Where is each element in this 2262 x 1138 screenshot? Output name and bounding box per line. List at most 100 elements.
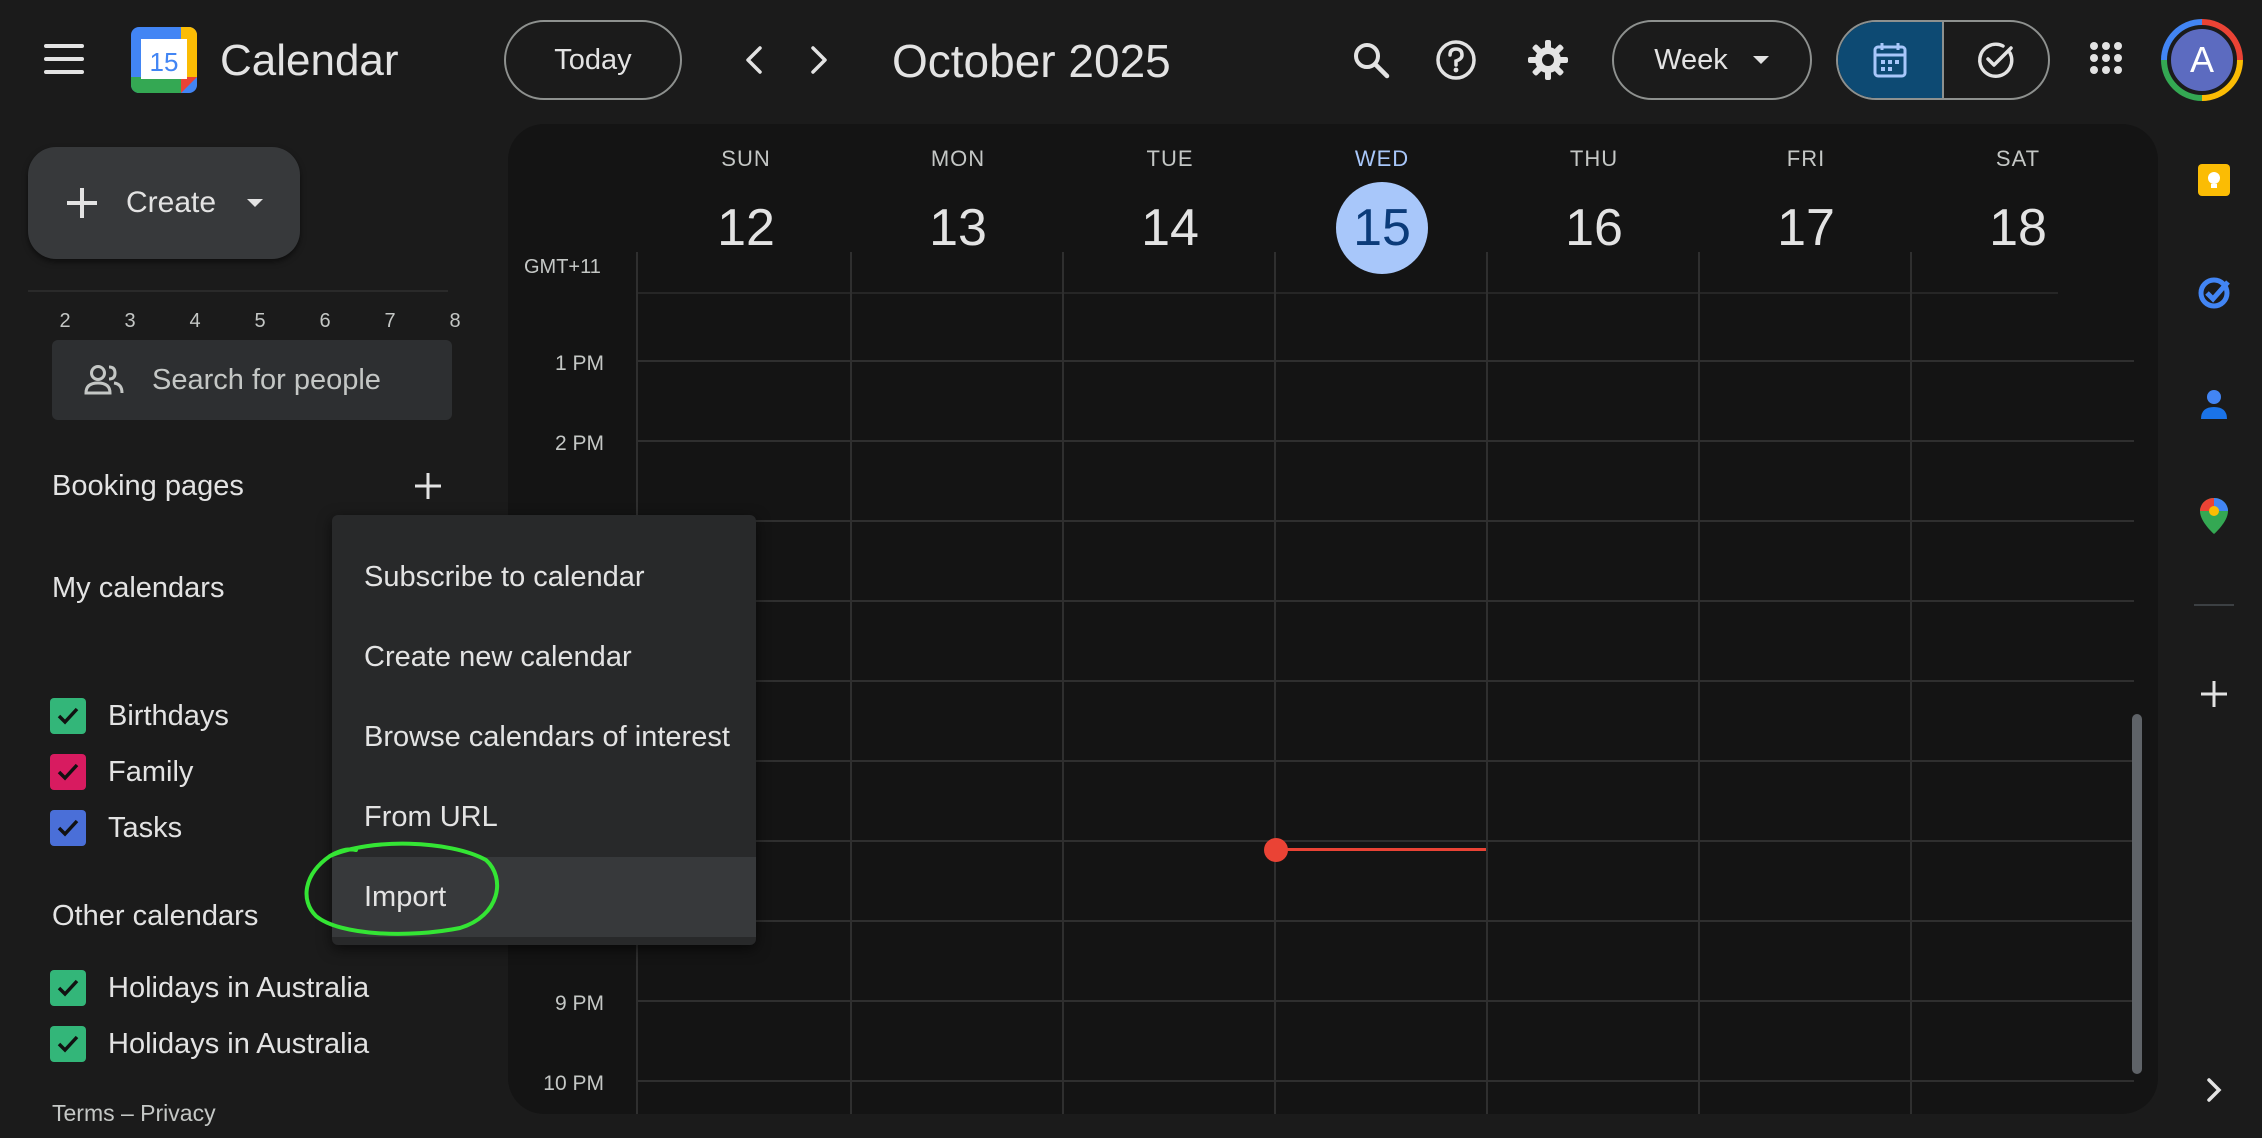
chevron-right-icon[interactable] [2194,1070,2234,1110]
hour-label: 9 PM [554,992,604,1015]
grid-column-line [1910,252,1912,1114]
hour-label: 2 PM [554,432,604,455]
hour-line [638,520,2134,522]
day-number[interactable]: 17 [1760,182,1852,274]
google-apps-icon[interactable] [2090,42,2122,74]
checkbox-checked-icon[interactable] [50,810,86,846]
grid-column-line [1062,252,1064,1114]
timezone-label: GMT+11 [524,256,601,278]
rail-divider [2194,604,2234,606]
create-button[interactable]: Create [28,147,300,259]
mini-day[interactable]: 8 [440,310,470,333]
mini-day[interactable]: 3 [115,310,145,333]
terms-privacy-links[interactable]: Terms – Privacy [52,1100,216,1127]
checkbox-checked-icon[interactable] [50,698,86,734]
other-calendars-title[interactable]: Other calendars [52,900,258,933]
search-icon[interactable] [1347,36,1395,84]
calendar-label: Holidays in Australia [108,971,370,1004]
account-avatar[interactable]: A [2161,19,2243,101]
menu-item-create-new[interactable]: Create new calendar [332,617,756,697]
grid-column-line [850,252,852,1114]
hour-line [638,600,2134,602]
mini-calendar-week: 2 3 4 5 6 7 8 [50,310,470,333]
checkbox-checked-icon[interactable] [50,754,86,790]
day-number[interactable]: 18 [1972,182,2064,274]
create-label: Create [126,186,217,219]
day-name: WED [1354,146,1410,171]
view-label: Week [1654,43,1728,76]
day-number[interactable]: 15 [1336,182,1428,274]
maps-icon[interactable] [2194,496,2234,536]
grid-column-line [1486,252,1488,1114]
people-icon [84,365,124,395]
mini-day[interactable]: 7 [375,310,405,333]
current-time-line [1278,848,1486,851]
help-icon[interactable] [1432,36,1480,84]
mini-day[interactable]: 2 [50,310,80,333]
main-menu-icon[interactable] [44,44,84,76]
menu-item-subscribe[interactable]: Subscribe to calendar [332,537,756,617]
settings-gear-icon[interactable] [1524,36,1572,84]
calendar-tasks-toggle [1836,20,2050,100]
day-name: MON [930,146,986,171]
view-selector-button[interactable]: Week [1612,20,1812,100]
day-header-wed-today[interactable]: WED 15 [1276,146,1488,274]
contacts-icon[interactable] [2194,384,2234,424]
annotation-circle [304,841,500,936]
day-number[interactable]: 13 [912,182,1004,274]
day-header-mon[interactable]: MON 13 [852,146,1064,274]
day-name: THU [1569,146,1619,171]
calendar-item-holidays-australia[interactable]: Holidays in Australia [50,968,369,1008]
grid-column-line [1698,252,1700,1114]
mini-day[interactable]: 6 [310,310,340,333]
add-addon-icon[interactable] [2194,674,2234,714]
hour-line [638,440,2134,442]
day-name: TUE [1146,146,1194,171]
mini-day[interactable]: 4 [180,310,210,333]
checkbox-checked-icon[interactable] [50,1026,86,1062]
chevron-left-icon[interactable] [734,40,774,80]
hour-line [638,360,2134,362]
day-header-tue[interactable]: TUE 14 [1064,146,1276,274]
grid-column-line [1274,252,1276,1114]
avatar-letter: A [2167,25,2237,95]
search-people-input[interactable]: Search for people [52,340,452,420]
calendar-item-holidays-australia[interactable]: Holidays in Australia [50,1024,369,1064]
tasks-view-toggle[interactable] [1944,22,2048,98]
day-header-fri[interactable]: FRI 17 [1700,146,1912,274]
add-booking-page-icon[interactable] [408,466,448,506]
menu-item-browse[interactable]: Browse calendars of interest [332,697,756,777]
day-header-sun[interactable]: SUN 12 [640,146,852,274]
hour-line [638,1000,2134,1002]
hour-label: 1 PM [554,352,604,375]
caret-down-icon [247,199,264,207]
caret-down-icon [1752,56,1769,64]
calendar-label: Family [108,755,194,788]
today-button[interactable]: Today [504,20,682,100]
mini-day[interactable]: 5 [245,310,275,333]
chevron-right-icon[interactable] [799,40,839,80]
calendar-icon [1873,43,1907,78]
hour-line [638,920,2134,922]
day-number[interactable]: 14 [1124,182,1216,274]
calendar-label: Tasks [108,811,183,844]
calendar-view-toggle[interactable] [1838,22,1944,98]
my-calendars-title[interactable]: My calendars [52,572,224,605]
tasks-icon[interactable] [2194,272,2234,312]
hour-line [638,1080,2134,1082]
grid-scrollbar[interactable] [2132,714,2142,1074]
calendar-item-family[interactable]: Family [50,752,193,792]
day-number[interactable]: 12 [700,182,792,274]
check-circle-icon [1978,42,2014,78]
calendar-item-tasks[interactable]: Tasks [50,808,182,848]
calendar-item-birthdays[interactable]: Birthdays [50,696,229,736]
calendar-label: Holidays in Australia [108,1027,370,1060]
day-header-sat[interactable]: SAT 18 [1912,146,2124,274]
day-header-thu[interactable]: THU 16 [1488,146,1700,274]
month-title: October 2025 [892,35,1171,87]
checkbox-checked-icon[interactable] [50,970,86,1006]
day-number[interactable]: 16 [1548,182,1640,274]
day-name: FRI [1786,146,1826,171]
hour-label: 10 PM [543,1072,604,1095]
keep-icon[interactable] [2194,160,2234,200]
